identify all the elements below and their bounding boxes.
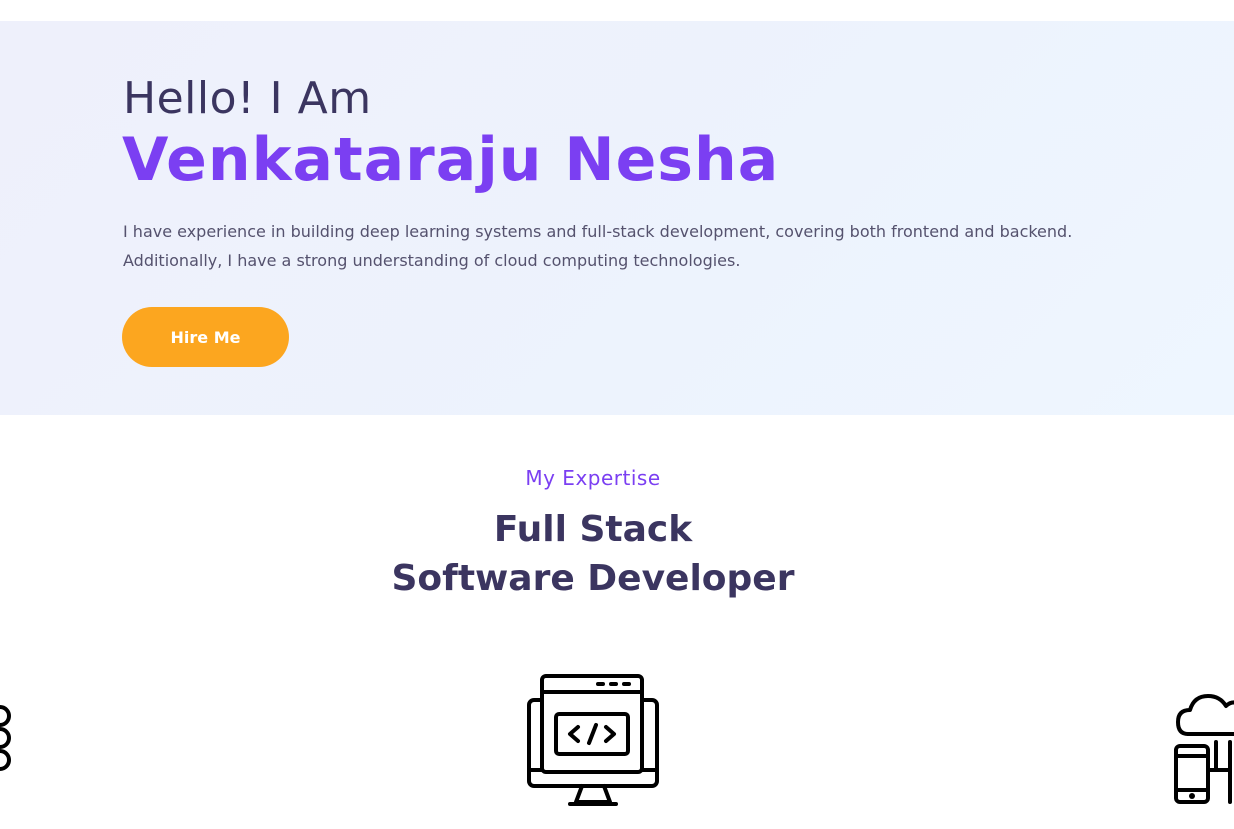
cloud-devices-icon bbox=[1174, 694, 1234, 804]
hero-greeting: Hello! I Am bbox=[123, 73, 372, 124]
expertise-title-line1: Full Stack bbox=[493, 509, 693, 550]
code-monitor-icon bbox=[527, 674, 659, 806]
expertise-title-line2: Software Developer bbox=[391, 558, 795, 599]
expertise-title: Full Stack Software Developer bbox=[0, 505, 1186, 603]
hero-name: Venkataraju Nesha bbox=[122, 125, 780, 195]
expertise-label: My Expertise bbox=[525, 466, 661, 490]
hero-section: Hello! I Am Venkataraju Nesha I have exp… bbox=[0, 21, 1234, 415]
hero-description: I have experience in building deep learn… bbox=[123, 222, 1073, 270]
hire-me-button[interactable]: Hire Me bbox=[122, 307, 289, 367]
link-chain-icon bbox=[0, 705, 11, 771]
